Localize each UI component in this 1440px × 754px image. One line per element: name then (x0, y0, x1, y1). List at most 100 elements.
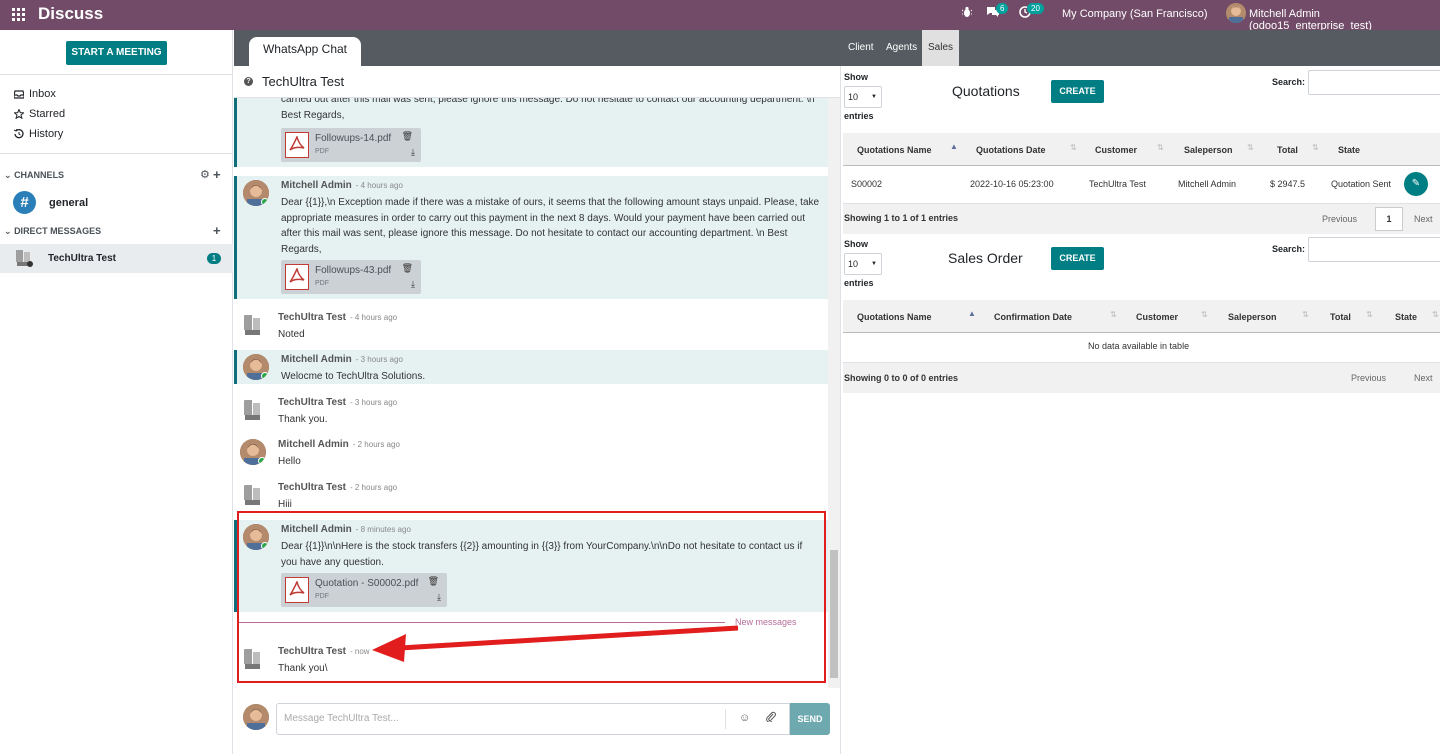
company-switcher[interactable]: My Company (San Francisco) (1062, 8, 1208, 20)
column-header-state[interactable]: State (1395, 312, 1417, 322)
trash-icon[interactable]: 🗑 (402, 131, 413, 142)
history-icon (14, 129, 24, 139)
next-page-button[interactable]: Next (1414, 214, 1433, 224)
column-header-state[interactable]: State (1338, 145, 1360, 155)
paperclip-icon[interactable] (766, 711, 776, 725)
entries-select[interactable]: 10 ▼ (844, 253, 882, 275)
column-header-saleperson[interactable]: Saleperson (1184, 145, 1233, 155)
cell-saleperson: Mitchell Admin (1178, 179, 1237, 189)
sort-icon[interactable]: ⇅ (1247, 143, 1254, 152)
table-info: Showing 0 to 0 of 0 entries (844, 373, 959, 383)
sort-icon[interactable]: ⇅ (1432, 310, 1439, 319)
attachment-card[interactable]: Followups-14.pdf PDF 🗑 ⤓ (281, 128, 421, 162)
author-avatar[interactable] (240, 312, 266, 338)
sidebar-item-inbox[interactable]: Inbox (14, 88, 56, 100)
author-avatar[interactable] (240, 439, 266, 465)
activity-clock-icon[interactable]: 20 (1019, 3, 1044, 21)
sort-asc-icon[interactable]: ▲ (968, 309, 976, 318)
sort-icon[interactable]: ⇅ (1366, 310, 1373, 319)
create-quotation-button[interactable]: CREATE (1051, 80, 1104, 103)
trash-icon[interactable]: 🗑 (402, 263, 413, 274)
apps-menu-icon[interactable] (12, 8, 25, 21)
direct-messages-header[interactable]: ⌄ DIRECT MESSAGES (4, 226, 101, 237)
attachment-card[interactable]: Followups-43.pdf PDF 🗑 ⤓ (281, 260, 421, 294)
previous-page-button[interactable]: Previous (1322, 214, 1357, 224)
sidebar-item-starred[interactable]: Starred (14, 108, 65, 120)
cell-name[interactable]: S00002 (851, 179, 882, 189)
sort-icon[interactable]: ⇅ (1312, 143, 1319, 152)
scrollbar-thumb[interactable] (830, 550, 838, 678)
message-author: TechUltra Test - 3 hours ago (278, 397, 398, 408)
cell-state: Quotation Sent (1331, 179, 1392, 189)
message-body: Welocme to TechUltra Solutions. (281, 371, 426, 382)
column-header-name[interactable]: Quotations Name (857, 312, 932, 322)
emoji-icon[interactable]: ☺ (739, 712, 750, 724)
message-body: carried out after this mail was sent, pl… (281, 98, 815, 121)
author-avatar[interactable] (240, 397, 266, 423)
add-dm-icon[interactable]: + (213, 223, 221, 238)
sales-order-title: Sales Order (948, 250, 1023, 266)
sidebar-item-history[interactable]: History (14, 128, 63, 140)
start-meeting-button[interactable]: START A MEETING (66, 41, 167, 65)
previous-page-button[interactable]: Previous (1351, 373, 1386, 383)
quotations-title: Quotations (952, 83, 1020, 99)
column-header-customer[interactable]: Customer (1095, 145, 1137, 155)
column-header-date[interactable]: Quotations Date (976, 145, 1046, 155)
message-body: Noted (278, 329, 305, 340)
sales-order-search-input[interactable] (1308, 237, 1440, 262)
column-header-total[interactable]: Total (1277, 145, 1298, 155)
edit-icon[interactable]: ✎ (1404, 172, 1428, 196)
download-icon[interactable]: ⤓ (411, 279, 415, 290)
column-header-total[interactable]: Total (1330, 312, 1351, 322)
next-page-button[interactable]: Next (1414, 373, 1433, 383)
sort-icon[interactable]: ⇅ (1302, 310, 1309, 319)
entries-select[interactable]: 10 ▼ (844, 86, 882, 108)
attachment-type: PDF (315, 280, 329, 287)
message-item: TechUltra Test - 4 hours ago Noted (234, 308, 828, 350)
quotation-search-input[interactable] (1308, 70, 1440, 95)
column-header-name[interactable]: Quotations Name (857, 145, 932, 155)
attachment-name: Followups-43.pdf (315, 265, 392, 276)
download-icon[interactable]: ⤓ (411, 147, 415, 158)
column-header-customer[interactable]: Customer (1136, 312, 1178, 322)
divider (725, 709, 726, 729)
author-avatar[interactable] (240, 482, 266, 508)
divider (0, 153, 233, 154)
sort-icon[interactable]: ⇅ (1157, 143, 1164, 152)
create-sales-order-button[interactable]: CREATE (1051, 247, 1104, 270)
annotation-arrow-icon (372, 625, 739, 662)
caret-down-icon: ▼ (871, 94, 877, 100)
channel-hash-icon: # (13, 191, 36, 214)
sidebar-item-general[interactable]: general (49, 197, 88, 209)
add-channel-icon[interactable]: + (213, 167, 221, 182)
composer-avatar (243, 704, 269, 730)
gear-icon[interactable]: ⚙ (200, 168, 210, 181)
tab-agents[interactable]: Agents (886, 42, 917, 53)
chat-icon[interactable]: 6 (986, 3, 1009, 21)
activity-count-badge: 20 (1027, 3, 1044, 14)
pdf-icon (285, 264, 309, 290)
app-title[interactable]: Discuss (38, 4, 103, 24)
column-header-confirmation-date[interactable]: Confirmation Date (994, 312, 1072, 322)
column-header-saleperson[interactable]: Saleperson (1228, 312, 1277, 322)
tab-whatsapp-chat[interactable]: WhatsApp Chat (249, 37, 361, 66)
online-status-icon (258, 457, 266, 465)
sort-icon[interactable]: ⇅ (1110, 310, 1117, 319)
bug-icon[interactable] (961, 6, 973, 21)
user-menu[interactable]: Mitchell Admin (odoo15_enterprise_test) (1249, 8, 1440, 32)
channels-header[interactable]: ⌄ CHANNELS (4, 170, 64, 181)
tab-client[interactable]: Client (848, 42, 874, 53)
sort-icon[interactable]: ⇅ (1070, 143, 1077, 152)
pdf-icon (285, 132, 309, 158)
author-avatar[interactable] (243, 354, 269, 380)
question-icon[interactable]: ? (244, 77, 253, 86)
sort-asc-icon[interactable]: ▲ (950, 142, 958, 151)
author-avatar[interactable] (243, 180, 269, 206)
page-number-button[interactable]: 1 (1375, 207, 1403, 231)
sidebar-item-techultra-test[interactable] (0, 244, 233, 273)
message-input-placeholder: Message TechUltra Test... (284, 713, 399, 724)
sort-icon[interactable]: ⇅ (1201, 310, 1208, 319)
user-avatar[interactable] (1226, 3, 1246, 23)
tab-sales[interactable]: Sales (922, 30, 960, 66)
send-button[interactable]: SEND (790, 703, 830, 735)
